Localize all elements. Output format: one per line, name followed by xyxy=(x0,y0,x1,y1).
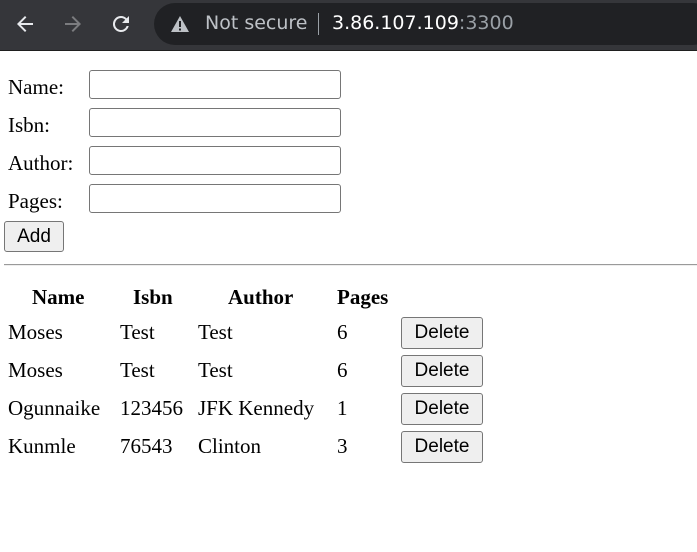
pages-label: Pages: xyxy=(8,189,63,213)
cell-pages: 6 xyxy=(337,358,348,382)
back-arrow-icon[interactable] xyxy=(11,10,39,38)
cell-name: Moses xyxy=(8,320,63,344)
browser-toolbar: Not secure 3.86.107.109:3300 xyxy=(0,0,697,51)
header-isbn: Isbn xyxy=(133,285,173,309)
add-button[interactable]: Add xyxy=(4,221,64,252)
name-label: Name: xyxy=(8,75,64,99)
name-input[interactable] xyxy=(89,70,341,99)
cell-author: Test xyxy=(198,358,233,382)
cell-isbn: 123456 xyxy=(120,396,183,420)
cell-pages: 3 xyxy=(337,434,348,458)
forward-arrow-icon[interactable] xyxy=(59,10,87,38)
header-name: Name xyxy=(32,285,85,309)
address-bar[interactable]: Not secure 3.86.107.109:3300 xyxy=(154,3,697,45)
isbn-label: Isbn: xyxy=(8,113,50,137)
cell-name: Moses xyxy=(8,358,63,382)
cell-author: Clinton xyxy=(198,434,262,458)
cell-pages: 6 xyxy=(337,320,348,344)
delete-button[interactable]: Delete xyxy=(401,431,483,463)
url-host: 3.86.107.109 xyxy=(332,12,459,34)
security-status-text[interactable]: Not secure xyxy=(205,12,308,34)
cell-author: JFK Kennedy xyxy=(198,396,315,420)
cell-isbn: Test xyxy=(120,320,155,344)
reload-icon[interactable] xyxy=(107,10,135,38)
horizontal-rule xyxy=(4,264,697,266)
cell-isbn: 76543 xyxy=(120,434,173,458)
header-author: Author xyxy=(228,285,294,309)
cell-isbn: Test xyxy=(120,358,155,382)
cell-author: Test xyxy=(198,320,233,344)
delete-button[interactable]: Delete xyxy=(401,355,483,387)
url-port: :3300 xyxy=(458,12,514,34)
delete-button[interactable]: Delete xyxy=(401,393,483,425)
cell-pages: 1 xyxy=(337,396,348,420)
address-separator xyxy=(318,13,319,35)
page-content: Name: Isbn: Author: Pages: Add Name Isbn… xyxy=(0,51,697,552)
header-pages: Pages xyxy=(337,285,389,309)
pages-input[interactable] xyxy=(89,184,341,213)
url-text[interactable]: 3.86.107.109:3300 xyxy=(332,12,514,34)
cell-name: Kunmle xyxy=(8,434,76,458)
isbn-input[interactable] xyxy=(89,108,341,137)
author-input[interactable] xyxy=(89,146,341,175)
delete-button[interactable]: Delete xyxy=(401,317,483,349)
warning-icon[interactable] xyxy=(170,15,190,38)
cell-name: Ogunnaike xyxy=(8,396,101,420)
author-label: Author: xyxy=(8,151,74,175)
